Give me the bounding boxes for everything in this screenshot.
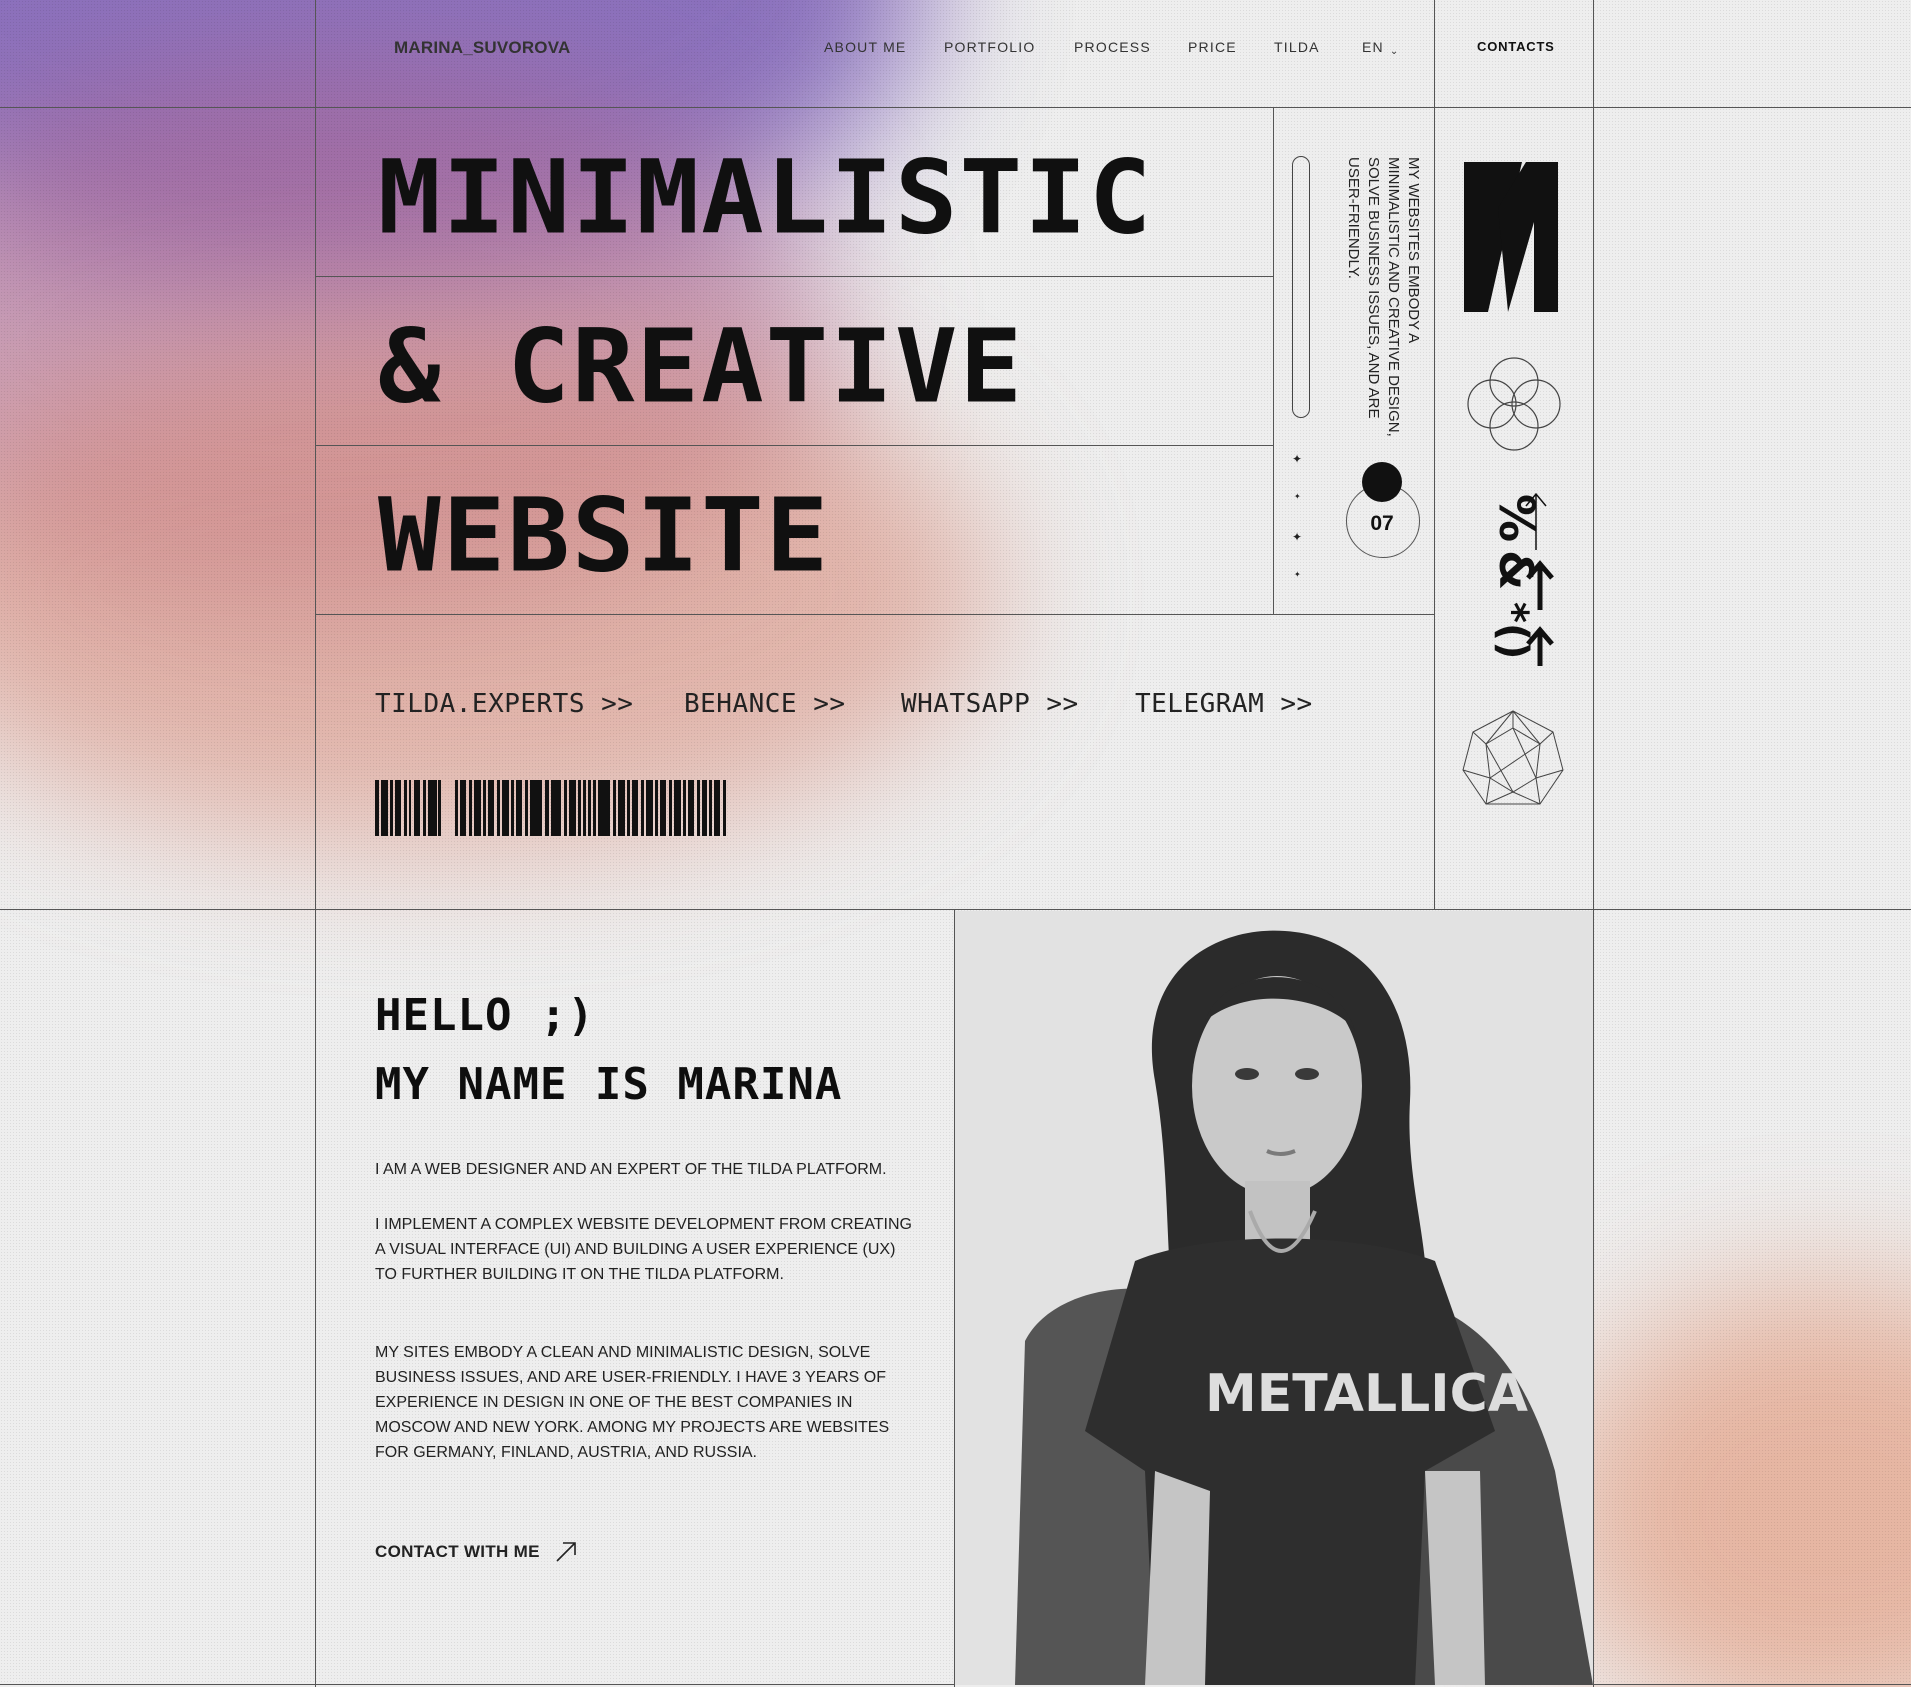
about-paragraph-2: I IMPLEMENT A COMPLEX WEBSITE DEVELOPMEN… <box>375 1216 912 1283</box>
shirt-graphic-text: METALLICA <box>1205 1364 1528 1424</box>
barcode-decoration <box>375 780 726 836</box>
about-paragraph-1: I AM A WEB DESIGNER AND AN EXPERT OF THE… <box>375 1161 887 1178</box>
greeting-heading: HELLO ;) <box>375 990 595 1041</box>
interlocking-circles-icon <box>1467 357 1561 451</box>
nav-about-me[interactable]: ABOUT ME <box>824 39 906 55</box>
m-logo-icon <box>1464 162 1558 312</box>
hero-line-3: WEBSITE <box>378 475 831 595</box>
sparkle-icon: ✦ <box>1294 492 1301 501</box>
counter-number: 07 <box>1370 512 1394 535</box>
hero-line-2: & CREATIVE <box>378 306 1025 426</box>
grid-line <box>0 107 1911 108</box>
site-logo[interactable]: MARINA_SUVOROVA <box>394 38 570 58</box>
svg-text:*(): *() <box>1490 602 1536 659</box>
contacts-button[interactable]: CONTACTS <box>1477 39 1555 54</box>
grid-line <box>1273 108 1274 614</box>
grid-line <box>1434 0 1435 909</box>
nav-process[interactable]: PROCESS <box>1074 39 1151 55</box>
sparkle-icon: ✦ <box>1292 452 1303 466</box>
about-paragraph-3: MY SITES EMBODY A CLEAN AND MINIMALISTIC… <box>375 1344 890 1461</box>
name-heading: MY NAME IS MARINA <box>375 1059 843 1110</box>
contact-with-me-link[interactable]: CONTACT WITH ME <box>375 1540 578 1564</box>
language-selector[interactable]: EN ⌄ <box>1362 39 1400 57</box>
grid-line <box>315 614 1435 615</box>
language-label: EN <box>1362 39 1384 55</box>
counter-dot <box>1362 462 1402 502</box>
sparkle-icon: ✦ <box>1294 570 1301 579</box>
nav-price[interactable]: PRICE <box>1188 39 1237 55</box>
hero-side-text: MY WEBSITES EMBODY A MINIMALISTIC AND CR… <box>1345 157 1422 437</box>
hero-line-1: MINIMALISTIC <box>378 137 1154 257</box>
nav-portfolio[interactable]: PORTFOLIO <box>944 39 1035 55</box>
chevron-down-icon: ⌄ <box>1389 46 1400 57</box>
portrait-photo: METALLICA <box>955 911 1593 1685</box>
link-behance[interactable]: BEHANCE >> <box>684 689 846 719</box>
scroll-pill <box>1292 156 1310 418</box>
percent-arrows-icon: % & *() <box>1488 492 1554 666</box>
contact-with-me-label: CONTACT WITH ME <box>375 1542 540 1561</box>
sparkle-icon: ✦ <box>1292 530 1303 544</box>
nav-tilda[interactable]: TILDA <box>1274 39 1320 55</box>
link-whatsapp[interactable]: WHATSAPP >> <box>901 689 1079 719</box>
link-tilda-experts[interactable]: TILDA.EXPERTS >> <box>375 689 633 719</box>
grid-line <box>315 0 316 1687</box>
grid-line <box>0 909 1911 910</box>
grid-line <box>315 445 1273 446</box>
grid-line <box>315 276 1273 277</box>
link-telegram[interactable]: TELEGRAM >> <box>1135 689 1313 719</box>
grid-line <box>1593 0 1594 1687</box>
geodesic-sphere-icon <box>1462 710 1564 805</box>
arrow-up-right-icon <box>556 1542 576 1562</box>
